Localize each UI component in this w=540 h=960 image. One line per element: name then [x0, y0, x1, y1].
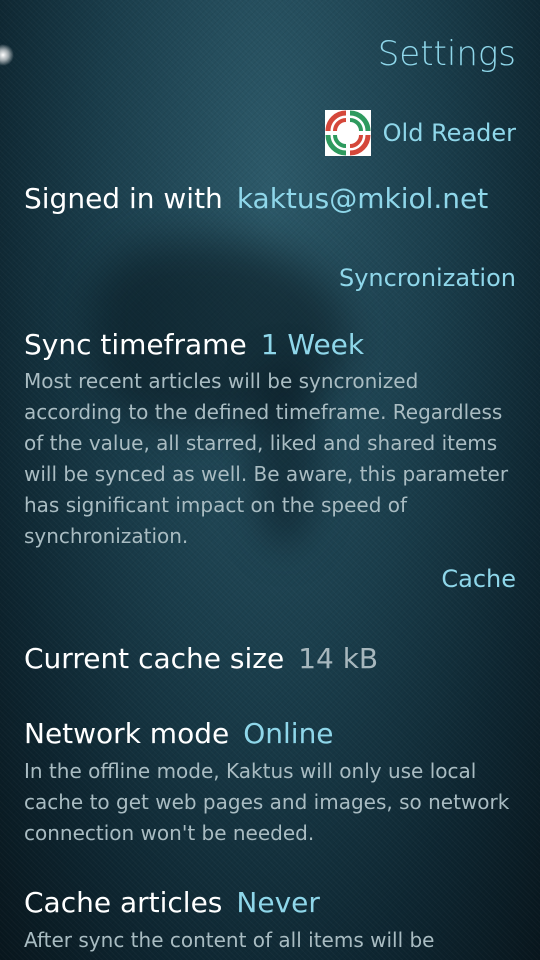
sync-timeframe-value: 1 Week	[260, 328, 365, 361]
cache-articles-value: Never	[236, 886, 320, 919]
signed-in-label: Signed in with	[24, 182, 223, 215]
old-reader-logo-icon	[324, 110, 371, 156]
pulley-indicator-glow	[0, 44, 14, 66]
sync-timeframe-description: Most recent articles will be syncronized…	[24, 369, 509, 548]
cache-articles-combobox[interactable]: Cache articles Never	[24, 886, 516, 919]
sync-timeframe-label: Sync timeframe	[24, 328, 247, 361]
page-title: Settings	[377, 34, 516, 74]
network-mode-label: Network mode	[24, 717, 230, 750]
sync-timeframe-combobox[interactable]: Sync timeframe 1 Week	[24, 328, 516, 361]
cache-size-label: Current cache size	[24, 642, 285, 675]
account-provider: Old Reader	[324, 110, 516, 156]
signed-in-row: Signed in with kaktus@mkiol.net	[24, 182, 516, 215]
cache-size-row[interactable]: Current cache size 14 kB	[24, 642, 516, 675]
section-header-sync: Syncronization	[338, 264, 516, 292]
network-mode-value: Online	[243, 717, 334, 750]
provider-name: Old Reader	[382, 119, 516, 147]
section-header-cache: Cache	[441, 565, 516, 593]
signed-in-email: kaktus@mkiol.net	[236, 182, 489, 215]
cache-size-value: 14 kB	[298, 642, 379, 675]
network-mode-combobox[interactable]: Network mode Online	[24, 717, 516, 750]
cache-articles-label: Cache articles	[24, 886, 223, 919]
cache-articles-description: After sync the content of all items will…	[24, 928, 435, 952]
network-mode-description: In the offline mode, Kaktus will only us…	[24, 759, 510, 845]
